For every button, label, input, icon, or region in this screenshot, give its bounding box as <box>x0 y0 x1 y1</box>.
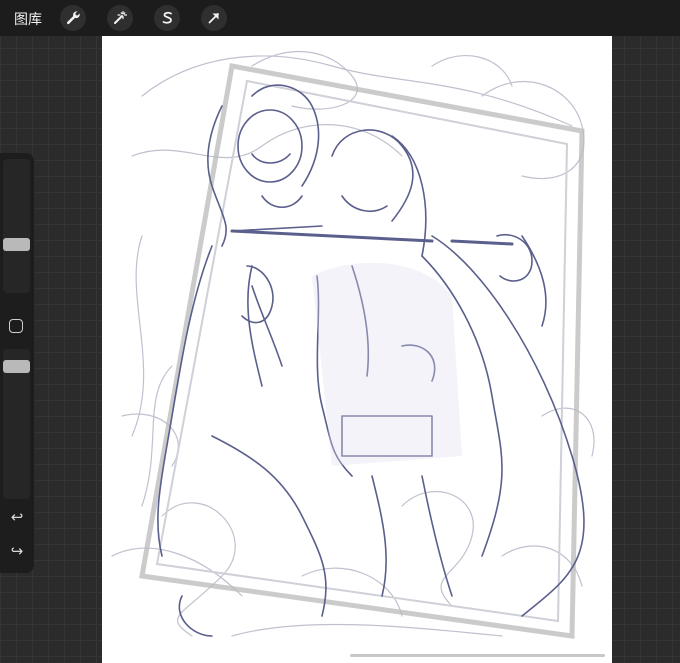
brush-size-slider[interactable] <box>3 159 30 293</box>
magic-wand-icon[interactable] <box>107 5 133 31</box>
square-icon[interactable] <box>9 319 23 333</box>
left-sidebar: ↩ ↪ <box>0 153 34 573</box>
top-toolbar: 图库 <box>0 0 680 36</box>
opacity-slider-thumb[interactable] <box>3 360 30 373</box>
drawing-canvas[interactable] <box>102 36 612 663</box>
sketch-shading <box>312 262 462 466</box>
gallery-button[interactable]: 图库 <box>14 9 42 29</box>
redo-arrow-icon[interactable]: ↪ <box>8 542 26 560</box>
sketch-artwork <box>111 51 595 639</box>
selection-s-icon[interactable] <box>154 5 180 31</box>
wrench-icon[interactable] <box>60 5 86 31</box>
arrow-cursor-icon[interactable] <box>201 5 227 31</box>
undo-arrow-icon[interactable]: ↩ <box>8 508 26 526</box>
home-indicator-bar <box>350 654 605 657</box>
brush-size-slider-thumb[interactable] <box>3 238 30 251</box>
